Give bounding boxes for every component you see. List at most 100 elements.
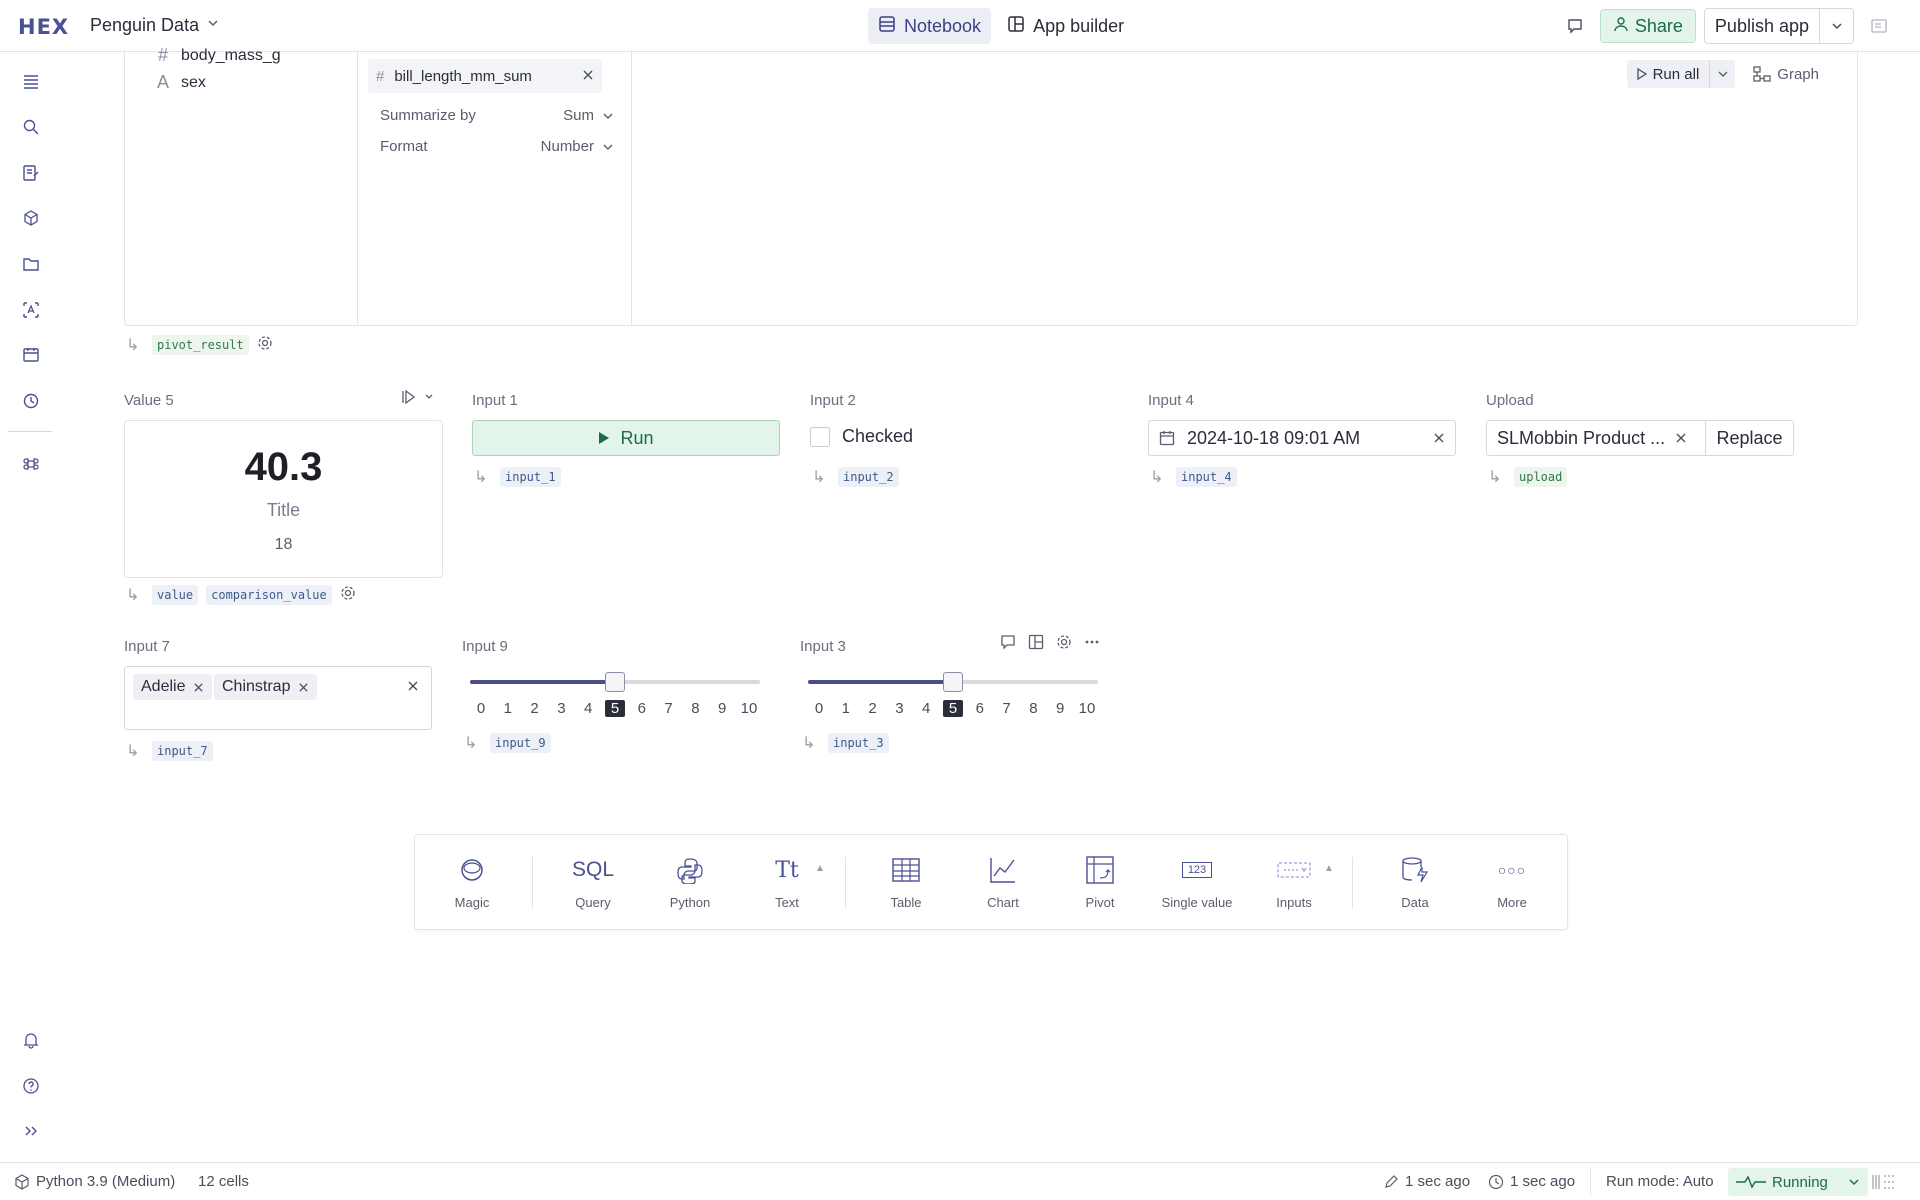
tab-app-builder[interactable]: App builder	[997, 8, 1134, 44]
last-saved[interactable]: 1 sec ago	[1488, 1173, 1575, 1190]
date-input[interactable]: 2024-10-18 09:01 AM	[1148, 420, 1456, 456]
close-icon[interactable]	[1675, 428, 1687, 449]
publish-app-button[interactable]: Publish app	[1705, 9, 1819, 43]
value-field-chip[interactable]: # bill_length_mm_sum	[368, 59, 602, 93]
run-mode[interactable]: Run mode: Auto	[1606, 1173, 1714, 1190]
status-bar: Python 3.9 (Medium) 12 cells 1 sec ago 1…	[0, 1162, 1920, 1200]
outline-icon[interactable]	[20, 70, 42, 92]
expand-icon[interactable]	[20, 1120, 42, 1142]
string-type-icon: A	[156, 72, 169, 92]
rail-divider	[8, 431, 52, 432]
add-more-button[interactable]: ○○○ More	[1467, 855, 1557, 910]
tag-label: Chinstrap	[222, 678, 291, 695]
output-variable[interactable]: comparison_value	[206, 585, 332, 605]
hex-logo[interactable]: HEX	[18, 15, 69, 39]
gear-icon[interactable]	[1056, 634, 1072, 654]
chevron-down-icon[interactable]	[1819, 9, 1853, 43]
replace-button[interactable]: Replace	[1705, 420, 1793, 456]
output-variable[interactable]: pivot_result	[152, 335, 249, 355]
tab-notebook[interactable]: Notebook	[868, 8, 992, 44]
divider	[845, 857, 846, 909]
slider-input-9[interactable]: 0 1 2 3 4 5 6 7 8 9 10	[470, 668, 760, 724]
file-upload: SLMobbin Product ... Replace	[1486, 420, 1794, 456]
layout-icon[interactable]	[1028, 634, 1044, 654]
close-icon[interactable]	[1433, 428, 1445, 449]
running-status[interactable]: Running	[1728, 1168, 1868, 1196]
history-icon[interactable]	[20, 390, 42, 412]
add-table-button[interactable]: Table	[861, 855, 951, 910]
gear-icon[interactable]	[340, 585, 356, 605]
schedule-icon[interactable]	[20, 344, 42, 366]
comment-icon[interactable]	[1000, 634, 1016, 654]
help-icon[interactable]	[20, 1075, 42, 1097]
slider-tick-label: 7	[1002, 700, 1011, 717]
add-query-button[interactable]: SQL Query	[548, 855, 638, 910]
slider-tick-label: 0	[814, 700, 824, 717]
slider-thumb[interactable]	[943, 672, 963, 692]
add-chart-button[interactable]: Chart	[958, 855, 1048, 910]
pivot-field[interactable]: A sex	[155, 72, 206, 93]
slider-tick-label: 9	[1056, 700, 1065, 717]
variables-icon[interactable]	[20, 162, 42, 184]
kernel-status[interactable]: Python 3.9 (Medium)	[14, 1173, 175, 1190]
slider-input-3[interactable]: 0 1 2 3 4 5 6 7 8 9 10	[808, 668, 1098, 724]
output-variable[interactable]: input_7	[152, 741, 213, 761]
chevron-down-icon[interactable]	[206, 16, 220, 34]
slider-tick-label: 2	[868, 700, 877, 717]
files-icon[interactable]	[20, 253, 42, 275]
value5-run-menu[interactable]	[402, 390, 434, 404]
output-variable[interactable]: input_9	[490, 733, 551, 753]
multiselect-input[interactable]: Adelie Chinstrap	[124, 666, 432, 730]
add-data-button[interactable]: Data	[1370, 855, 1460, 910]
more-icon[interactable]	[1084, 634, 1100, 654]
close-icon[interactable]	[298, 682, 309, 693]
shortcuts-icon[interactable]	[1872, 1173, 1898, 1195]
checkbox-input: Checked	[810, 426, 913, 447]
return-arrow-icon: ↳	[126, 743, 140, 760]
clear-all-icon[interactable]	[407, 679, 419, 696]
components-icon[interactable]	[20, 207, 42, 229]
output-variable[interactable]: input_2	[838, 467, 899, 487]
chevron-down-icon[interactable]	[1709, 60, 1735, 88]
close-icon[interactable]	[582, 68, 594, 85]
input3-label: Input 3	[800, 638, 846, 655]
bell-icon[interactable]	[20, 1029, 42, 1051]
chevron-up-icon[interactable]: ▲	[815, 863, 825, 874]
return-arrow-icon: ↳	[474, 469, 488, 486]
output-variable[interactable]: value	[152, 585, 199, 605]
run-all-button[interactable]: Run all	[1627, 66, 1710, 83]
pivot-field[interactable]: # body_mass_g	[155, 45, 281, 66]
tab-label: App builder	[1033, 15, 1125, 36]
add-pivot-button[interactable]: Pivot	[1055, 855, 1145, 910]
add-python-button[interactable]: Python	[645, 855, 735, 910]
clock-icon	[1488, 1174, 1504, 1189]
slider-thumb[interactable]	[605, 672, 625, 692]
summarize-by-select[interactable]: Sum	[563, 107, 614, 124]
output-variable[interactable]: input_3	[828, 733, 889, 753]
format-select[interactable]: Number	[541, 138, 614, 155]
add-magic-button[interactable]: Magic	[427, 855, 517, 910]
search-icon[interactable]	[20, 116, 42, 138]
output-variable[interactable]: input_1	[500, 467, 561, 487]
output-variable[interactable]: upload	[1514, 467, 1568, 487]
sidebar-panel-icon[interactable]	[1862, 9, 1896, 43]
close-icon[interactable]	[193, 682, 204, 693]
project-title[interactable]: Penguin Data	[90, 15, 199, 36]
chevron-down-icon	[603, 144, 613, 150]
comment-icon[interactable]	[1558, 9, 1592, 43]
slider-fill	[808, 680, 953, 684]
single-value-icon: 123	[1152, 855, 1242, 885]
checkbox[interactable]	[810, 426, 830, 447]
last-edited: 1 sec ago	[1384, 1173, 1470, 1190]
command-icon[interactable]	[20, 453, 42, 475]
add-single-value-button[interactable]: 123 Single value	[1152, 855, 1242, 910]
run-button[interactable]: Run	[472, 420, 780, 456]
share-button[interactable]: Share	[1599, 9, 1696, 43]
checkbox-label: Checked	[842, 426, 914, 446]
slider-tick-label: 6	[637, 700, 646, 717]
graph-button[interactable]: Graph	[1753, 66, 1819, 83]
gear-icon[interactable]	[257, 335, 273, 355]
output-variable[interactable]: input_4	[1176, 467, 1237, 487]
chevron-up-icon[interactable]: ▲	[1324, 863, 1334, 874]
data-sources-icon[interactable]	[20, 299, 42, 321]
